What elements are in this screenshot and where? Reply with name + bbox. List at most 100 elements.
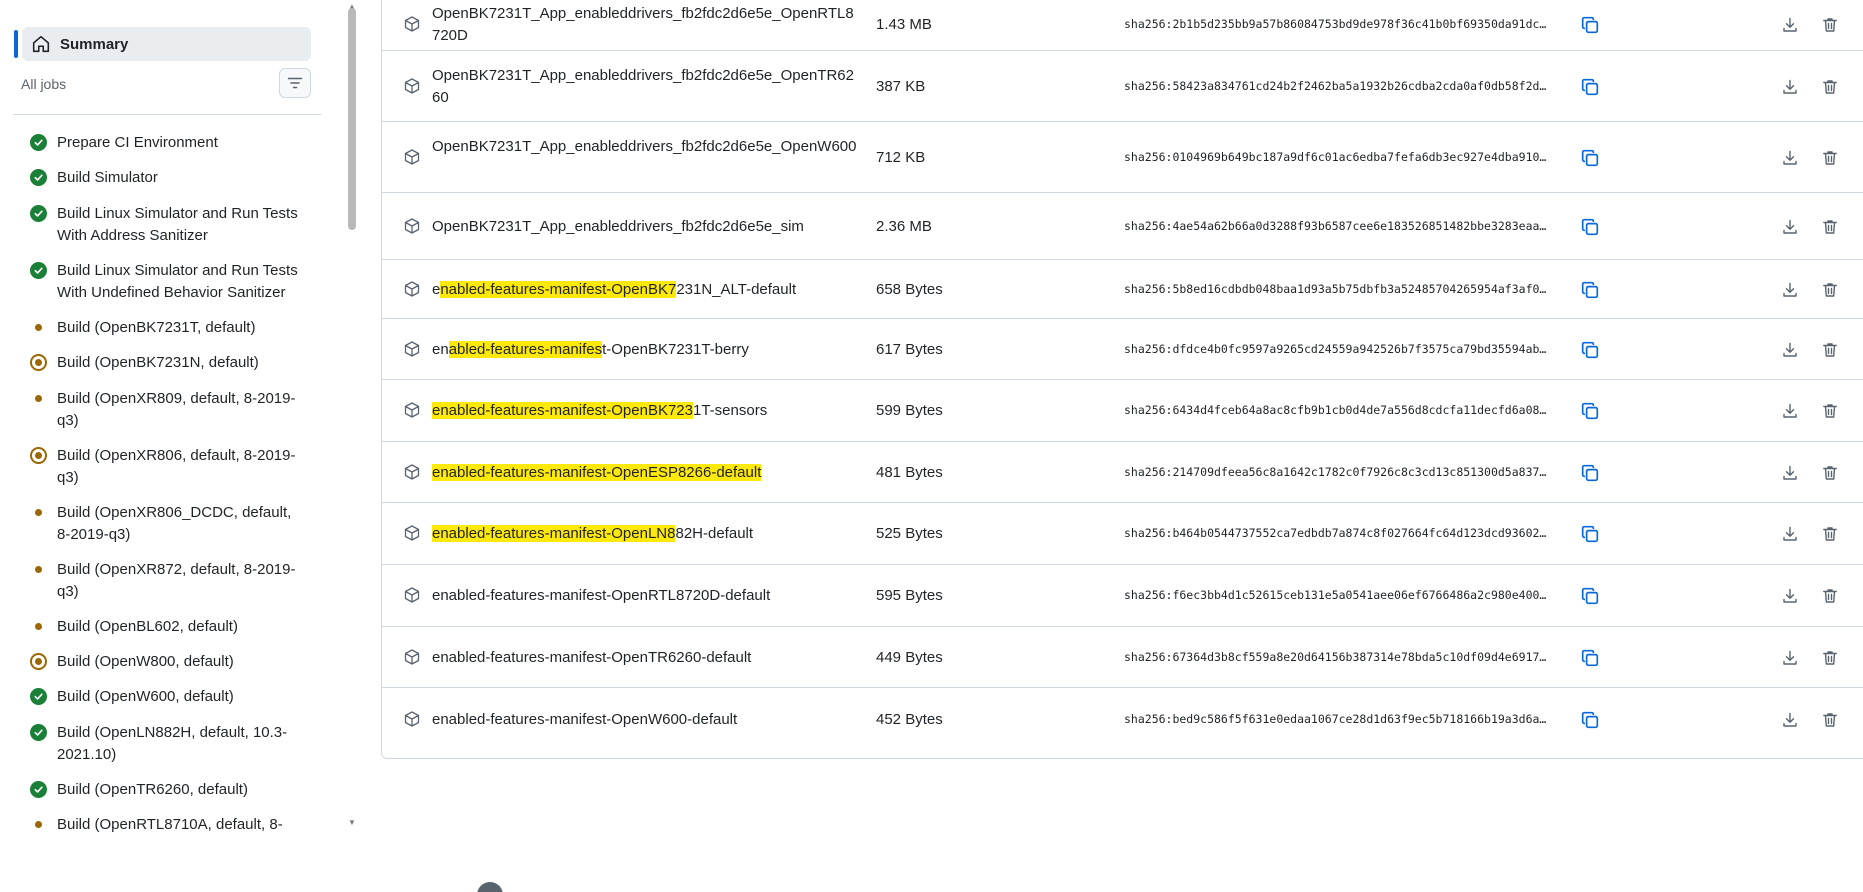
download-icon[interactable]: [1779, 647, 1801, 669]
job-label: Build (OpenBL602, default): [57, 618, 238, 635]
artifact-name-suffix: OpenBK7231T_App_enableddrivers_fb2fdc2d6…: [432, 217, 804, 235]
trash-icon[interactable]: [1819, 279, 1841, 301]
copy-icon[interactable]: [1579, 76, 1601, 98]
trash-icon[interactable]: [1819, 14, 1841, 36]
download-icon[interactable]: [1779, 147, 1801, 169]
in-progress-icon: [28, 651, 48, 671]
artifact-size: 599 Bytes: [876, 402, 943, 419]
copy-icon[interactable]: [1579, 709, 1601, 731]
artifact-name-highlight: nabled-features-manifest-OpenBK7: [440, 280, 677, 298]
trash-icon[interactable]: [1819, 216, 1841, 238]
job-item[interactable]: Build Linux Simulator and Run Tests With…: [28, 203, 308, 247]
copy-icon[interactable]: [1579, 647, 1601, 669]
copy-icon[interactable]: [1579, 279, 1601, 301]
copy-icon[interactable]: [1579, 462, 1601, 484]
scroll-thumb[interactable]: [348, 8, 356, 230]
artifact-name-link[interactable]: enabled-features-manifest-OpenBK7231N_AL…: [432, 279, 862, 301]
job-item[interactable]: Build (OpenXR806_DCDC, default, 8-2019-q…: [28, 502, 308, 546]
job-label: Build (OpenXR806_DCDC, default, 8-2019-q…: [57, 504, 292, 543]
artifact-digest: sha256:bed9c586f5f631e0edaa1067ce28d1d63…: [1124, 712, 1547, 726]
job-item[interactable]: Build Linux Simulator and Run Tests With…: [28, 260, 308, 304]
artifact-digest: sha256:4ae54a62b66a0d3288f93b6587cee6e18…: [1124, 218, 1547, 233]
job-item[interactable]: Build (OpenW800, default): [28, 651, 308, 673]
job-item[interactable]: Build (OpenXR872, default, 8-2019-q3): [28, 559, 308, 603]
package-icon: [404, 463, 422, 482]
artifact-name-link[interactable]: OpenBK7231T_App_enableddrivers_fb2fdc2d6…: [432, 3, 862, 47]
copy-icon[interactable]: [1579, 339, 1601, 361]
download-icon[interactable]: [1779, 462, 1801, 484]
artifact-name-link[interactable]: enabled-features-manifest-OpenRTL8720D-d…: [432, 585, 862, 607]
download-icon[interactable]: [1779, 585, 1801, 607]
artifact-name-link[interactable]: enabled-features-manifest-OpenTR6260-def…: [432, 647, 862, 669]
job-label: Build (OpenRTL8710A, default, 8-: [57, 816, 283, 833]
copy-icon[interactable]: [1579, 14, 1601, 36]
job-item[interactable]: Build (OpenXR806, default, 8-2019-q3): [28, 445, 308, 489]
artifact-row: enabled-features-manifest-OpenTR6260-def…: [382, 627, 1863, 688]
download-icon[interactable]: [1779, 523, 1801, 545]
download-icon[interactable]: [1779, 339, 1801, 361]
job-label: Build (OpenW600, default): [57, 688, 234, 705]
trash-icon[interactable]: [1819, 147, 1841, 169]
job-item[interactable]: Build (OpenLN882H, default, 10.3-2021.10…: [28, 722, 308, 766]
artifact-name-link[interactable]: enabled-features-manifest-OpenESP8266-de…: [432, 462, 862, 484]
artifact-name-link[interactable]: enabled-features-manifest-OpenBK7231T-be…: [432, 339, 862, 361]
trash-icon[interactable]: [1819, 585, 1841, 607]
jobs-sidebar: Summary All jobs Prepare CI Environment B…: [0, 0, 345, 834]
download-icon[interactable]: [1779, 14, 1801, 36]
job-item[interactable]: Build (OpenRTL8710A, default, 8-: [28, 814, 308, 834]
artifact-row: OpenBK7231T_App_enableddrivers_fb2fdc2d6…: [382, 51, 1863, 122]
artifact-size: 481 Bytes: [876, 463, 943, 481]
copy-icon[interactable]: [1579, 523, 1601, 545]
job-label: Build (OpenLN882H, default, 10.3-2021.10…: [57, 724, 288, 763]
trash-icon[interactable]: [1819, 400, 1841, 422]
trash-icon[interactable]: [1819, 709, 1841, 731]
trash-icon[interactable]: [1819, 462, 1841, 484]
copy-icon[interactable]: [1579, 147, 1601, 169]
artifact-name-suffix: OpenBK7231T_App_enableddrivers_fb2fdc2d6…: [432, 5, 854, 44]
job-item[interactable]: Build Simulator: [28, 167, 308, 189]
job-item[interactable]: Build (OpenBK7231T, default): [28, 317, 308, 339]
check-circle-icon: [28, 686, 48, 706]
trash-icon[interactable]: [1819, 523, 1841, 545]
artifact-digest: sha256:b464b0544737552ca7edbdb7a874c8f02…: [1124, 526, 1547, 540]
artifact-size: 1.43 MB: [876, 16, 932, 33]
download-icon[interactable]: [1779, 709, 1801, 731]
package-icon: [404, 587, 422, 605]
job-item[interactable]: Prepare CI Environment: [28, 132, 308, 154]
artifact-name-link[interactable]: OpenBK7231T_App_enableddrivers_fb2fdc2d6…: [432, 65, 862, 109]
job-label: Build (OpenXR872, default, 8-2019-q3): [57, 561, 296, 600]
job-item[interactable]: Build (OpenXR809, default, 8-2019-q3): [28, 388, 308, 432]
copy-icon[interactable]: [1579, 400, 1601, 422]
download-icon[interactable]: [1779, 400, 1801, 422]
artifact-name-link[interactable]: enabled-features-manifest-OpenBK7231T-se…: [432, 400, 862, 422]
copy-icon[interactable]: [1579, 216, 1601, 238]
trash-icon[interactable]: [1819, 339, 1841, 361]
filter-jobs-button[interactable]: [279, 68, 311, 98]
download-icon[interactable]: [1779, 279, 1801, 301]
job-item[interactable]: Build (OpenW600, default): [28, 686, 308, 708]
artifact-row: enabled-features-manifest-OpenW600-defau…: [382, 688, 1863, 752]
artifact-name-link[interactable]: OpenBK7231T_App_enableddrivers_fb2fdc2d6…: [432, 216, 862, 238]
sidebar-scrollbar[interactable]: ▲ ▼: [345, 0, 359, 834]
all-jobs-heading: All jobs: [21, 76, 67, 92]
artifact-digest: sha256:214709dfeea56c8a1642c1782c0f7926c…: [1124, 464, 1547, 479]
check-circle-icon: [28, 167, 48, 187]
artifact-digest: sha256:5b8ed16cdbdb048baa1d93a5b75dbfb3a…: [1124, 281, 1547, 296]
artifact-size: 525 Bytes: [876, 525, 943, 542]
copy-icon[interactable]: [1579, 585, 1601, 607]
download-icon[interactable]: [1779, 76, 1801, 98]
artifact-digest: sha256:6434d4fceb64a8ac8cfb9b1cb0d4de7a5…: [1124, 403, 1547, 417]
artifact-name-link[interactable]: enabled-features-manifest-OpenW600-defau…: [432, 709, 862, 731]
scroll-down-arrow-icon[interactable]: ▼: [348, 818, 356, 827]
download-icon[interactable]: [1779, 216, 1801, 238]
job-item[interactable]: Build (OpenBK7231N, default): [28, 352, 308, 374]
artifact-name-link[interactable]: OpenBK7231T_App_enableddrivers_fb2fdc2d6…: [432, 136, 862, 158]
artifact-name-link[interactable]: enabled-features-manifest-OpenLN882H-def…: [432, 523, 862, 545]
summary-nav-item[interactable]: Summary: [22, 27, 311, 61]
artifact-name-prefix: en: [432, 340, 449, 358]
trash-icon[interactable]: [1819, 647, 1841, 669]
job-item[interactable]: Build (OpenBL602, default): [28, 616, 308, 638]
trash-icon[interactable]: [1819, 76, 1841, 98]
job-item[interactable]: Build (OpenTR6260, default): [28, 779, 308, 801]
artifact-row: enabled-features-manifest-OpenBK7231T-se…: [382, 380, 1863, 442]
